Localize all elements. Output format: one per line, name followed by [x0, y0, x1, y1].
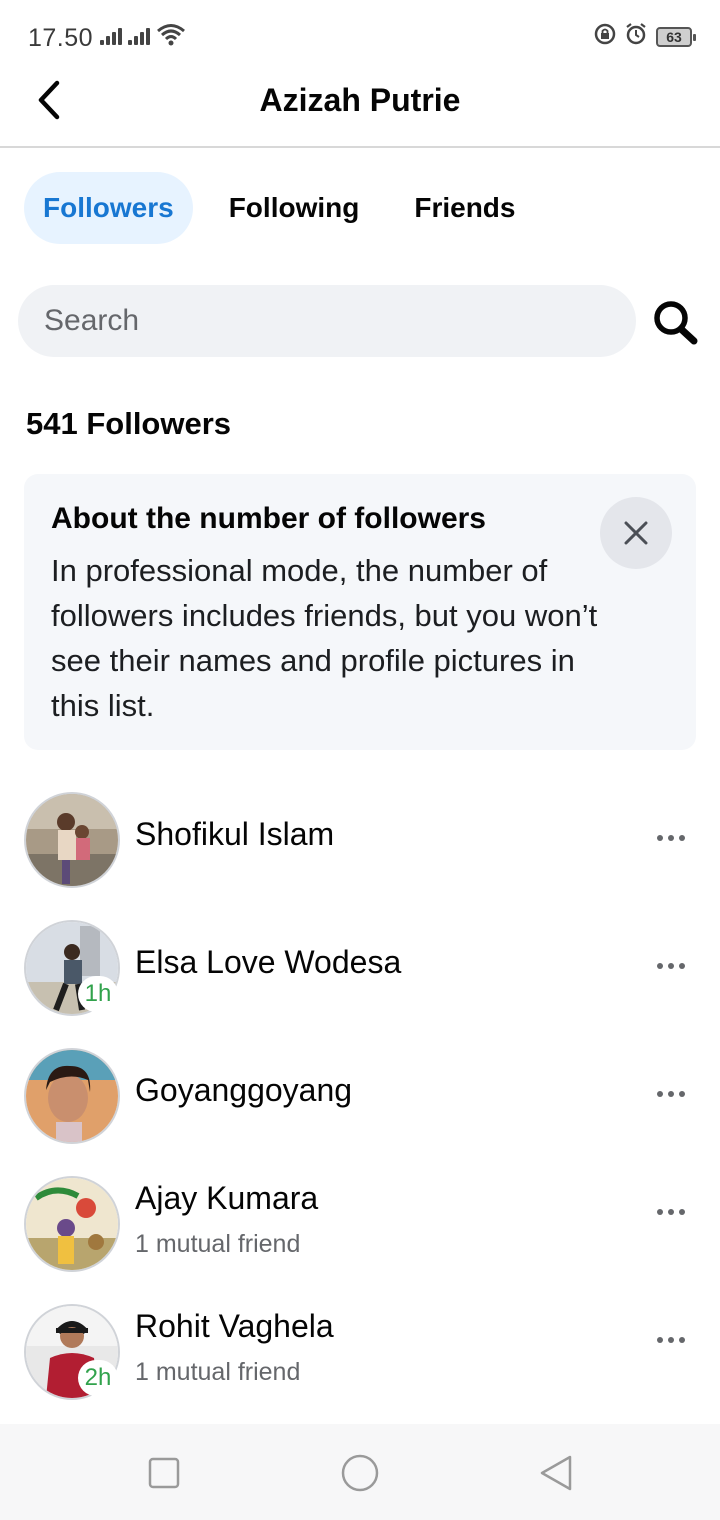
lock-rotation-icon [594, 23, 616, 50]
tab-followers[interactable]: Followers [24, 172, 193, 244]
search-button[interactable] [650, 298, 700, 348]
search-input[interactable] [44, 285, 614, 357]
info-card: About the number of followers In profess… [24, 474, 696, 750]
status-time: 17.50 [28, 24, 94, 52]
tab-bar: Followers Following Friends [24, 172, 551, 244]
mutual-friends-label: 1 mutual friend [135, 1358, 301, 1386]
list-item[interactable]: 2h Rohit Vaghela 1 mutual friend [0, 1302, 720, 1402]
status-icons: 63 [594, 22, 696, 51]
avatar [24, 1176, 120, 1272]
list-item[interactable]: 1h Elsa Love Wodesa [0, 918, 720, 1018]
active-time-badge: 2h [78, 1360, 118, 1396]
home-button[interactable] [336, 1452, 384, 1494]
list-item[interactable]: Goyanggoyang [0, 1046, 720, 1146]
system-nav-bar [0, 1424, 720, 1520]
info-card-close-button[interactable] [600, 497, 672, 569]
list-item[interactable]: Shofikul Islam [0, 790, 720, 890]
user-name[interactable]: Elsa Love Wodesa [135, 944, 401, 981]
user-name[interactable]: Shofikul Islam [135, 816, 334, 853]
search-icon [654, 301, 698, 345]
more-options-button[interactable] [650, 1082, 692, 1106]
signal-icon [100, 27, 122, 45]
tab-following[interactable]: Following [210, 172, 379, 244]
user-name[interactable]: Ajay Kumara [135, 1180, 318, 1217]
avatar [24, 792, 120, 888]
recent-apps-icon [148, 1457, 180, 1489]
more-options-button[interactable] [650, 1328, 692, 1352]
app-header: Azizah Putrie [0, 72, 720, 148]
signal-icon [128, 27, 150, 45]
status-bar: 17.50 63 [0, 0, 720, 72]
user-name[interactable]: Rohit Vaghela [135, 1308, 334, 1345]
more-options-button[interactable] [650, 826, 692, 850]
user-name[interactable]: Goyanggoyang [135, 1072, 352, 1109]
tab-friends[interactable]: Friends [395, 172, 534, 244]
page-title: Azizah Putrie [259, 82, 461, 118]
back-nav-button[interactable] [532, 1452, 580, 1494]
info-card-title: About the number of followers [51, 502, 486, 535]
recent-apps-button[interactable] [140, 1452, 188, 1494]
home-icon [341, 1454, 379, 1492]
wifi-icon [156, 22, 186, 51]
battery-icon: 63 [656, 26, 696, 47]
more-options-button[interactable] [650, 1200, 692, 1224]
avatar [24, 1048, 120, 1144]
followers-count: 541 Followers [26, 406, 232, 441]
back-icon [540, 1455, 572, 1491]
close-icon [624, 521, 648, 545]
mutual-friends-label: 1 mutual friend [135, 1230, 301, 1258]
search-box [18, 285, 636, 357]
active-time-badge: 1h [78, 976, 118, 1012]
info-card-body: In professional mode, the number of foll… [51, 553, 598, 723]
more-options-button[interactable] [650, 954, 692, 978]
alarm-icon [624, 22, 648, 51]
list-item[interactable]: Ajay Kumara 1 mutual friend [0, 1174, 720, 1274]
